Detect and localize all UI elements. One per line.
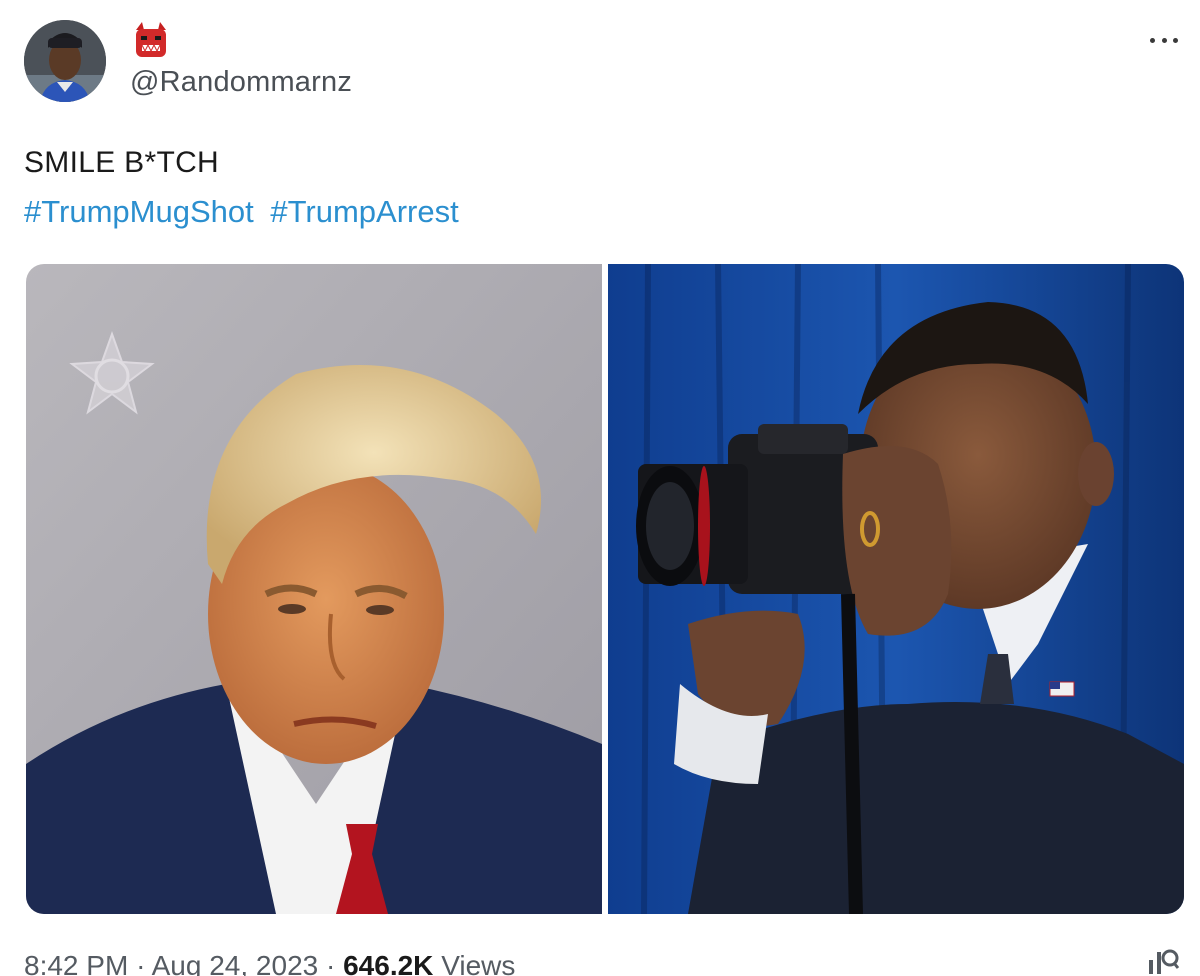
separator: ·: [326, 950, 336, 976]
avatar-image: [24, 20, 106, 102]
camera-photographer-photo[interactable]: [608, 264, 1184, 914]
tweet-card: @Randommarnz SMILE B*TCH #TrumpMugShot #…: [0, 0, 1200, 976]
hashtag-list: #TrumpMugShot #TrumpArrest: [24, 194, 467, 230]
hashtag-link[interactable]: #TrumpMugShot: [24, 194, 254, 229]
dot: [1150, 37, 1155, 43]
media-grid: [26, 264, 1184, 914]
hashtag-link[interactable]: #TrumpArrest: [270, 194, 458, 229]
views-label: Views: [441, 950, 516, 976]
mugshot-photo[interactable]: [26, 264, 602, 914]
separator: ·: [136, 950, 146, 976]
tweet-time[interactable]: 8:42 PM: [24, 950, 128, 976]
more-options-icon[interactable]: [1146, 26, 1182, 54]
tweet-date[interactable]: Aug 24, 2023: [152, 950, 319, 976]
red-emoji-badge-icon: [132, 20, 170, 60]
views-count: 646.2K: [343, 950, 434, 976]
tweet-meta: 8:42 PM · Aug 24, 2023 · 646.2K Views: [24, 950, 515, 976]
mugshot-image: [26, 264, 602, 914]
dot: [1173, 37, 1178, 43]
tweet-text: SMILE B*TCH: [24, 146, 220, 179]
author-avatar[interactable]: [24, 20, 106, 102]
analytics-icon[interactable]: [1146, 946, 1180, 976]
photographer-image: [608, 264, 1184, 914]
dot: [1161, 37, 1167, 43]
author-handle[interactable]: @Randommarnz: [130, 66, 352, 99]
